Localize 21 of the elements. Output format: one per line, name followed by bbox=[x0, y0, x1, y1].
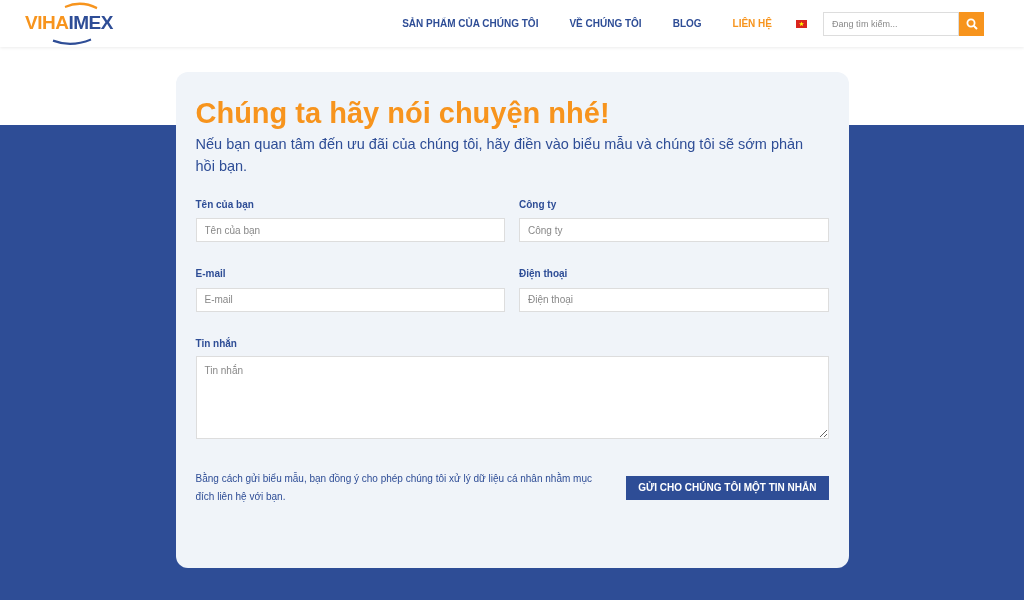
field-label: E-mail bbox=[195, 267, 227, 282]
search-icon bbox=[965, 17, 978, 30]
message-field[interactable]: Tin nhắn bbox=[195, 355, 829, 439]
nav-link[interactable]: SẢN PHẨM CỦA CHÚNG TÔI bbox=[402, 16, 539, 31]
nav-link[interactable]: BLOG bbox=[672, 16, 702, 31]
input-field[interactable]: E-mail bbox=[195, 287, 505, 312]
nav-link[interactable]: VỀ CHÚNG TÔI bbox=[569, 16, 642, 31]
form-title: Chúng ta hãy nói chuyện nhé! bbox=[195, 96, 611, 131]
input-field[interactable]: Công ty bbox=[519, 218, 829, 243]
input-field[interactable]: Tên của bạn bbox=[195, 218, 505, 243]
submit-button[interactable]: GỬI CHO CHÚNG TÔI MỘT TIN NHẮN bbox=[626, 475, 829, 500]
input-field[interactable]: Điện thoại bbox=[519, 287, 829, 312]
field-label: Công ty bbox=[519, 197, 558, 212]
consent-text: Bằng cách gửi biểu mẫu, bạn đồng ý cho phép chúng tôi xử lý dữ liệu cá nhân nhằm mục đích liên hệ với bạn. bbox=[195, 471, 593, 504]
field-label: Tin nhắn bbox=[195, 336, 238, 351]
vietnam-flag-icon[interactable] bbox=[796, 19, 807, 28]
form-intro: Nếu bạn quan tâm đến ưu đãi của chúng tôi, hãy điền vào biểu mẫu và chúng tôi sẽ sớm phản hồi bạn. bbox=[195, 134, 805, 176]
field-label: Tên của bạn bbox=[195, 197, 255, 212]
logo[interactable]: VIHAIMEX bbox=[25, 0, 113, 47]
search-field[interactable]: Đang tìm kiếm... bbox=[823, 11, 959, 36]
field-label: Điện thoại bbox=[519, 267, 569, 282]
